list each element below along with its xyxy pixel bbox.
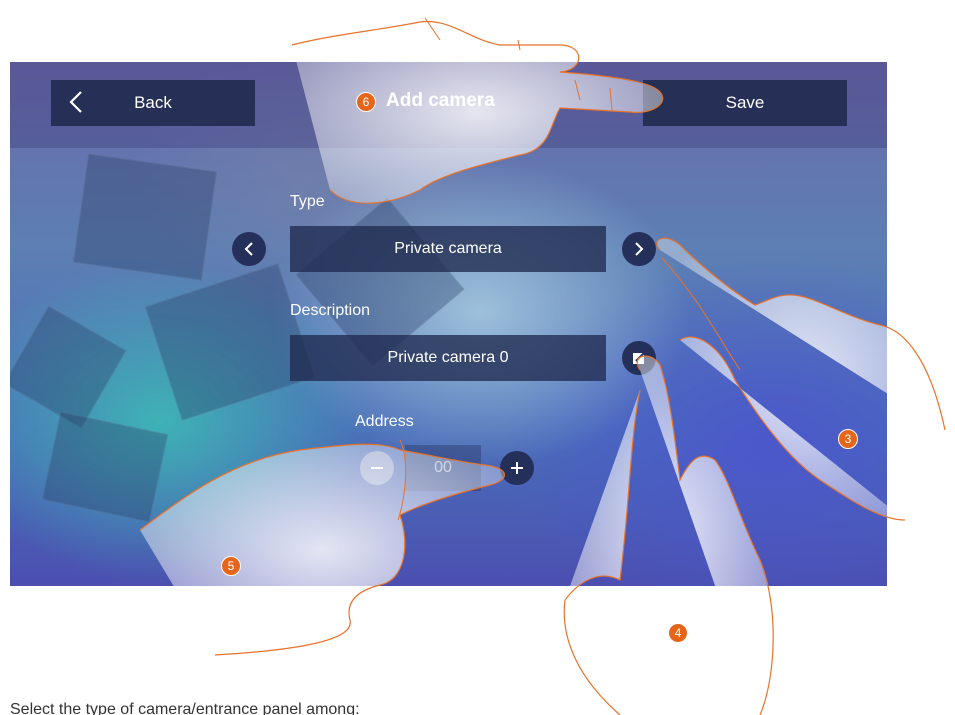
type-selector[interactable]: Private camera [290,226,606,272]
edit-description-button[interactable] [622,341,656,375]
step-badge: 5 [221,556,241,576]
edit-icon [633,351,646,364]
step-badge-number: 6 [362,95,370,109]
title-text: Add camera [386,90,495,111]
type-next-button[interactable] [622,232,656,266]
background-cube [72,153,218,281]
step-badge: 4 [668,623,688,643]
step-badge-number: 5 [227,559,235,573]
page-title: Add camera [386,90,495,112]
address-increase-button[interactable] [500,451,534,485]
plus-icon [511,462,523,474]
device-screen: Back Add camera Save Type Private camera… [10,62,887,586]
chevron-left-icon [244,242,253,256]
background-cube [10,305,127,429]
description-value: Private camera 0 [387,349,509,366]
chevron-right-icon [635,242,644,256]
address-label: Address [355,413,414,430]
step-badge-number: 4 [674,626,682,640]
type-label: Type [290,193,325,210]
background-cube [41,411,169,523]
step-badge: 6 [356,92,376,112]
step-badge-number: 3 [844,432,852,446]
type-prev-button[interactable] [232,232,266,266]
description-label: Description [290,302,371,319]
save-label: Save [725,93,765,112]
back-button[interactable]: Back [51,80,255,126]
description-field[interactable]: Private camera 0 [290,335,606,381]
type-value: Private camera [394,240,502,257]
address-decrease-button[interactable] [360,451,394,485]
save-button[interactable]: Save [643,80,847,126]
back-chevron-icon [69,91,82,113]
instruction-caption: Select the type of camera/entrance panel… [10,701,360,715]
back-label: Back [134,93,172,112]
address-field[interactable]: 00 [405,445,481,491]
minus-icon [371,467,383,469]
address-value: 00 [434,459,452,476]
step-badge: 3 [838,429,858,449]
